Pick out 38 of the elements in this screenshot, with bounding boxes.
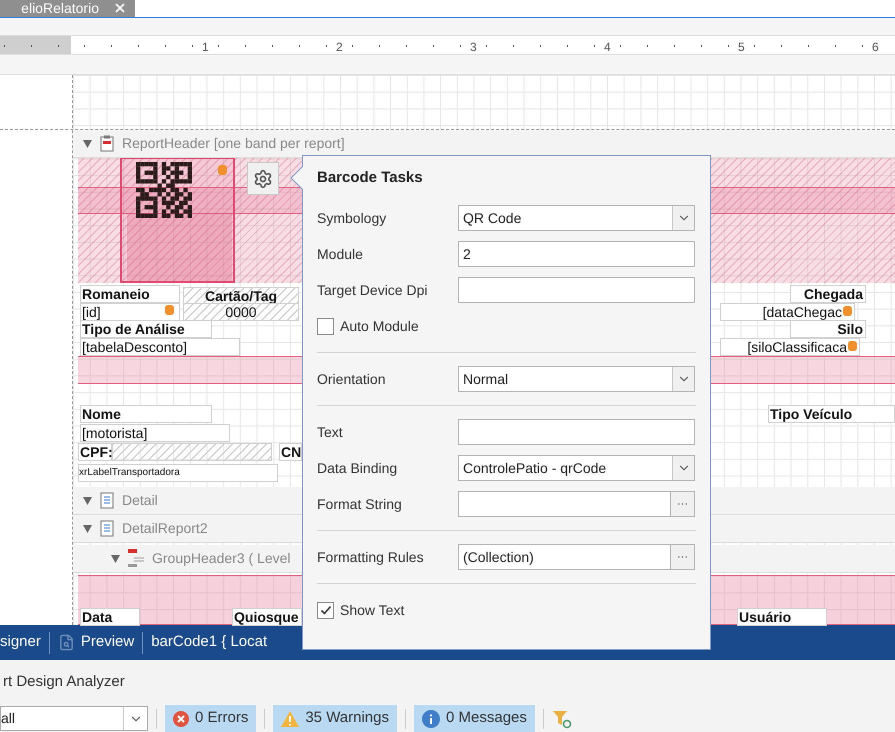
report-label: Chegada	[790, 285, 866, 303]
band-title: ReportHeader [one band per report]	[122, 134, 345, 153]
report-label: Usuário	[737, 608, 827, 626]
report-label: xrLabelTransportadora	[78, 464, 278, 482]
report-label: CN	[279, 443, 302, 461]
popup-title: Barcode Tasks	[317, 168, 423, 188]
ruler-number: 3	[470, 39, 477, 56]
report-label: Romaneio	[80, 285, 180, 303]
report-label: Silo	[790, 320, 866, 338]
band-title: Detail	[122, 491, 158, 510]
report-field: [siloClassificaca	[720, 338, 860, 356]
ruler-number: 5	[738, 39, 745, 56]
report-field: 0000	[183, 303, 299, 321]
report-field: [tabelaDesconto]	[80, 338, 240, 356]
report-field: [motorista]	[80, 424, 230, 442]
report-label: Nome	[80, 405, 212, 423]
field-label: Symbology	[317, 208, 388, 228]
ruler-number: 4	[604, 39, 611, 56]
band-title: GroupHeader3 ( Level	[152, 549, 291, 568]
field-label: Target Device Dpi	[317, 280, 428, 300]
report-label: Tipo de Análise	[80, 320, 212, 338]
field-label: Format String	[317, 494, 403, 514]
panel-title: rt Design Analyzer	[3, 672, 125, 692]
ruler-number: 1	[202, 39, 209, 56]
field-label: Module	[317, 244, 364, 264]
field-label: Orientation	[317, 370, 386, 388]
ruler-number: 2	[336, 39, 343, 56]
report-label: CPF:	[78, 443, 112, 461]
report-label: Quiosque	[232, 608, 302, 626]
field-label: Data Binding	[317, 458, 398, 478]
band-title: DetailReport2	[122, 519, 208, 538]
report-field: [dataChegac	[720, 303, 855, 321]
field-label: Formatting Rules	[317, 548, 425, 567]
field-label: Text	[317, 422, 344, 442]
ruler-number: 6	[872, 39, 879, 56]
report-label: Data	[80, 608, 140, 626]
report-label: Tipo Veículo	[768, 405, 895, 423]
report-field: [id]	[80, 303, 180, 321]
